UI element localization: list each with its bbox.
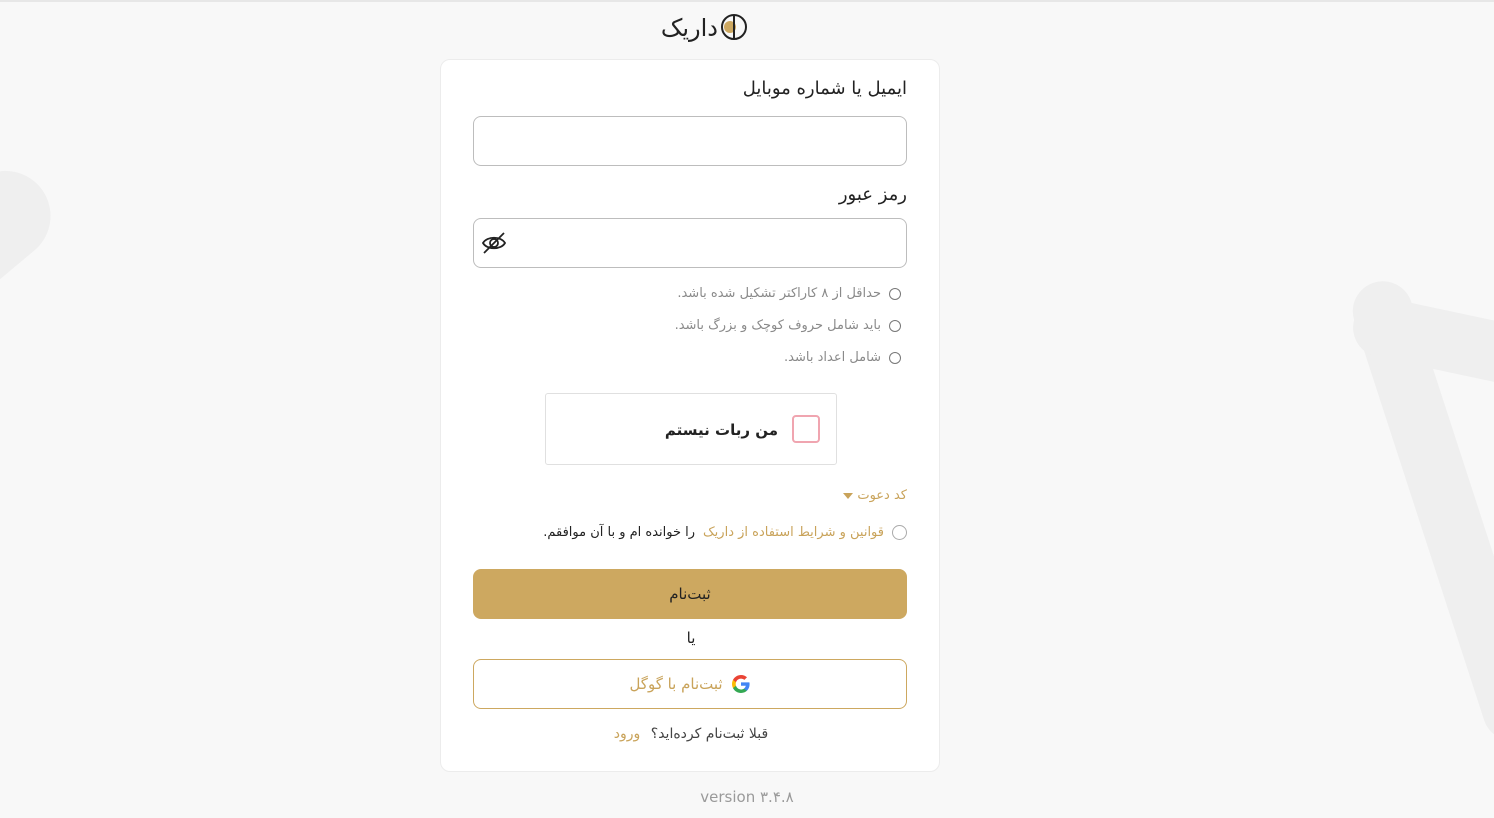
caret-down-icon bbox=[843, 492, 854, 499]
background-shape-left bbox=[0, 152, 69, 325]
password-label: رمز عبور bbox=[838, 184, 907, 205]
or-divider: یا bbox=[686, 629, 696, 647]
login-link[interactable]: ورود bbox=[614, 726, 641, 742]
google-icon bbox=[731, 675, 750, 693]
captcha-checkbox[interactable] bbox=[792, 415, 820, 443]
email-label: ایمیل یا شماره موبایل bbox=[742, 78, 907, 99]
terms-link[interactable]: قوانین و شرایط استفاده از داریک bbox=[703, 525, 884, 540]
rule-status-indicator bbox=[889, 287, 901, 300]
invite-code-label: کد دعوت bbox=[857, 488, 907, 503]
brand-logo[interactable]: داریک bbox=[632, 8, 752, 46]
google-signup-button[interactable]: ثبت‌نام با گوگل bbox=[473, 659, 907, 709]
email-field[interactable] bbox=[473, 116, 907, 166]
eye-off-icon[interactable] bbox=[481, 230, 507, 256]
terms-checkbox[interactable] bbox=[892, 525, 907, 540]
already-registered-text: قبلا ثبت‌نام کرده‌اید؟ bbox=[650, 726, 769, 742]
terms-suffix: را خوانده ام و با آن موافقم. bbox=[543, 525, 696, 540]
password-rule-length: حداقل از ۸ کاراکتر تشکیل شده باشد. bbox=[677, 286, 901, 301]
version-label: version ۳.۴.۸ bbox=[700, 788, 794, 806]
rule-text: شامل اعداد باشد. bbox=[784, 350, 881, 365]
terms-agreement: قوانین و شرایط استفاده از داریک را خواند… bbox=[543, 525, 907, 540]
rule-text: باید شامل حروف کوچک و بزرگ باشد. bbox=[674, 318, 881, 333]
rule-status-indicator bbox=[889, 319, 901, 332]
captcha-label: من ربات نیستم bbox=[664, 421, 778, 439]
password-rule-case: باید شامل حروف کوچک و بزرگ باشد. bbox=[675, 318, 901, 333]
signup-button[interactable]: ثبت‌نام bbox=[473, 569, 907, 619]
captcha-widget: من ربات نیستم bbox=[545, 393, 837, 465]
logo-mark-icon: داریک bbox=[661, 14, 747, 42]
password-field[interactable] bbox=[473, 218, 907, 268]
google-signup-label: ثبت‌نام با گوگل bbox=[629, 675, 723, 693]
rule-status-indicator bbox=[889, 351, 901, 364]
login-prompt: قبلا ثبت‌نام کرده‌اید؟ ورود bbox=[441, 726, 941, 742]
password-rule-digits: شامل اعداد باشد. bbox=[784, 350, 901, 365]
signup-page: داریک ایمیل یا شماره موبایل رمز عبور حدا… bbox=[0, 0, 1494, 818]
signup-card: ایمیل یا شماره موبایل رمز عبور حداقل از … bbox=[440, 59, 940, 772]
invite-code-toggle[interactable]: کد دعوت bbox=[843, 488, 907, 503]
rule-text: حداقل از ۸ کاراکتر تشکیل شده باشد. bbox=[677, 286, 881, 301]
logo-text: داریک bbox=[661, 14, 718, 42]
